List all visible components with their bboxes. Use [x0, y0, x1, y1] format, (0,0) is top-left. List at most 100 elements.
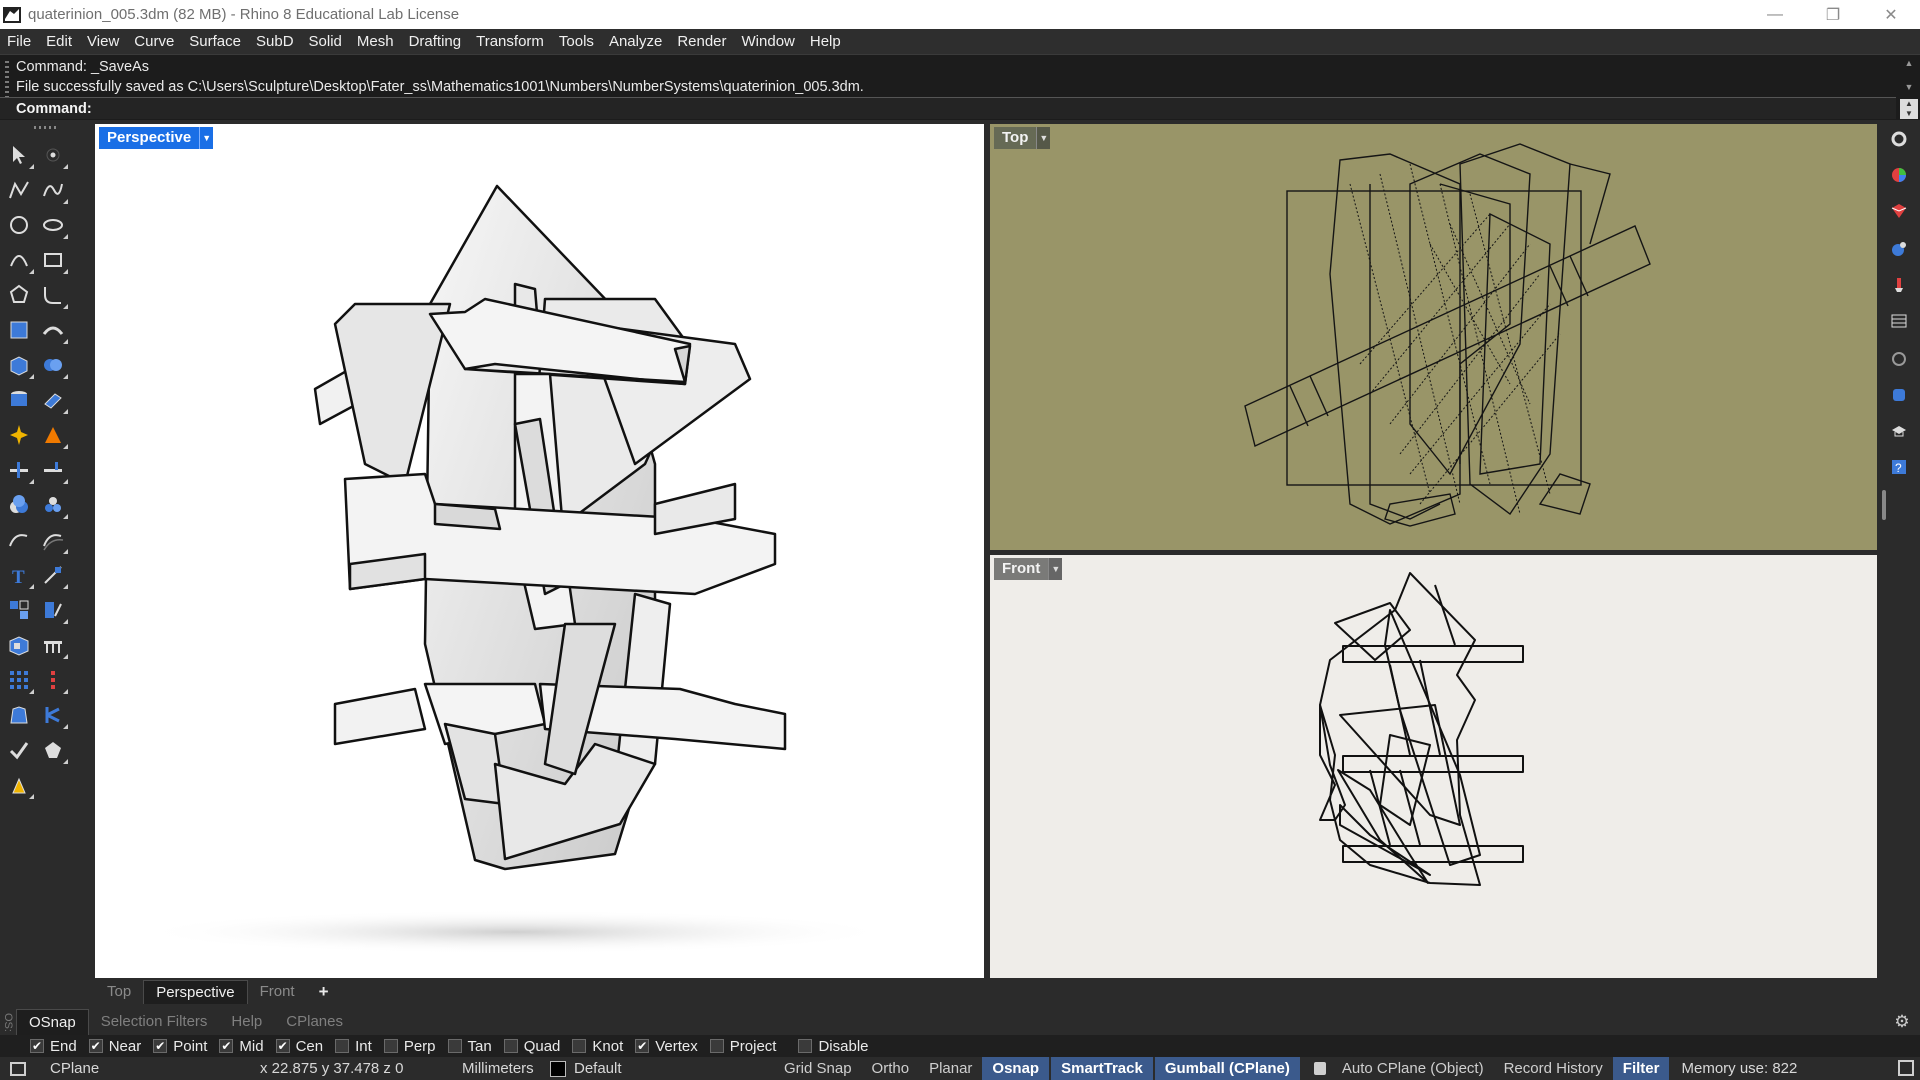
add-viewport-tab-icon[interactable]: +	[307, 982, 341, 1002]
osnap-project[interactable]: Project	[709, 1038, 776, 1055]
top-viewport-label[interactable]: Top	[994, 127, 1037, 149]
move-icon[interactable]	[38, 595, 68, 625]
panel-settings-gear-icon[interactable]: ⚙	[1892, 1012, 1912, 1032]
trim-icon[interactable]	[38, 420, 68, 450]
point-icon[interactable]	[38, 140, 68, 170]
menu-solid[interactable]: Solid	[302, 33, 350, 50]
tab-help[interactable]: Help	[219, 1009, 274, 1035]
box-icon[interactable]	[4, 350, 34, 380]
menu-render[interactable]: Render	[670, 33, 734, 50]
viewport-top[interactable]: Top ▼	[990, 124, 1877, 550]
viewport-menu-chevron-icon[interactable]: ▼	[1036, 127, 1051, 149]
curve-icon[interactable]	[38, 175, 68, 205]
support-icon[interactable]: ?	[1888, 456, 1910, 478]
display-icon[interactable]	[1888, 348, 1910, 370]
menu-mesh[interactable]: Mesh	[350, 33, 402, 50]
tab-front[interactable]: Front	[248, 980, 307, 1004]
layers-table-icon[interactable]	[1888, 310, 1910, 332]
panel-grip[interactable]: OS:	[0, 1009, 16, 1035]
osnap-checkbox[interactable]: ✔	[88, 1039, 103, 1053]
osnap-checkbox[interactable]: ✔	[153, 1039, 168, 1053]
status-toggle-ortho[interactable]: Ortho	[862, 1057, 920, 1080]
polygon-icon[interactable]	[4, 280, 34, 310]
menu-view[interactable]: View	[80, 33, 127, 50]
menu-drafting[interactable]: Drafting	[402, 33, 470, 50]
array-icon[interactable]	[38, 630, 68, 660]
status-toggle-smarttrack[interactable]: SmartTrack	[1051, 1057, 1153, 1080]
status-toggle-grid-snap[interactable]: Grid Snap	[774, 1057, 862, 1080]
menu-subd[interactable]: SubD	[249, 33, 302, 50]
osnap-disable[interactable]: Disable	[798, 1038, 869, 1055]
dimension-icon[interactable]	[38, 560, 68, 590]
menu-curve[interactable]: Curve	[127, 33, 182, 50]
osnap-cen[interactable]: ✔ Cen	[275, 1038, 323, 1055]
lock-icon[interactable]	[1313, 1062, 1326, 1075]
osnap-checkbox[interactable]	[503, 1039, 518, 1053]
menu-help[interactable]: Help	[803, 33, 849, 50]
tab-osnap[interactable]: OSnap	[16, 1009, 89, 1035]
layer-color-swatch[interactable]	[550, 1060, 566, 1077]
osnap-quad[interactable]: Quad	[503, 1038, 560, 1055]
right-panel-scrollbar[interactable]	[1882, 490, 1886, 520]
osnap-end[interactable]: ✔ End	[30, 1038, 77, 1055]
tab-cplanes[interactable]: CPlanes	[274, 1009, 355, 1035]
menu-tools[interactable]: Tools	[552, 33, 602, 50]
polyline-icon[interactable]	[4, 175, 34, 205]
menu-surface[interactable]: Surface	[182, 33, 249, 50]
grid-array-icon[interactable]	[4, 665, 34, 695]
settings-gear-icon[interactable]	[1888, 128, 1910, 150]
status-toggle-planar[interactable]: Planar	[919, 1057, 982, 1080]
environment-icon[interactable]	[1888, 238, 1910, 260]
extrude-icon[interactable]	[38, 385, 68, 415]
viewport-perspective[interactable]: Perspective ▼	[95, 124, 984, 978]
minimize-button[interactable]: —	[1746, 0, 1804, 29]
record-history-toggle[interactable]: Record History	[1494, 1057, 1613, 1080]
fillet-curve-icon[interactable]	[38, 280, 68, 310]
viewport-menu-chevron-icon[interactable]: ▼	[199, 127, 214, 149]
join-icon[interactable]	[38, 455, 68, 485]
auto-cplane-toggle[interactable]: Auto CPlane (Object)	[1332, 1057, 1494, 1080]
osnap-checkbox[interactable]	[447, 1039, 462, 1053]
viewport-menu-chevron-icon[interactable]: ▼	[1048, 558, 1063, 580]
learn-icon[interactable]	[1888, 420, 1910, 442]
menu-window[interactable]: Window	[735, 33, 803, 50]
status-units[interactable]: Millimeters	[440, 1060, 550, 1077]
render-brush-icon[interactable]	[1888, 274, 1910, 296]
viewport-front[interactable]: Front ▼	[990, 555, 1877, 978]
toolbar-grip[interactable]	[34, 126, 58, 129]
analyze-icon[interactable]	[38, 700, 68, 730]
status-layer[interactable]: Default	[574, 1060, 774, 1077]
material-icon[interactable]	[1888, 200, 1910, 222]
status-toggle-gumball-cplane[interactable]: Gumball (CPlane)	[1154, 1057, 1300, 1080]
tab-top[interactable]: Top	[95, 980, 143, 1004]
osnap-point[interactable]: ✔ Point	[153, 1038, 207, 1055]
osnap-checkbox[interactable]	[572, 1039, 587, 1053]
select-arrow-icon[interactable]	[4, 140, 34, 170]
perspective-viewport-label[interactable]: Perspective	[99, 127, 200, 149]
command-history-scrollbar[interactable]: ▲ ▼	[1900, 57, 1918, 97]
text-icon[interactable]: T	[4, 560, 34, 590]
group-icon[interactable]	[4, 595, 34, 625]
osnap-knot[interactable]: Knot	[572, 1038, 623, 1055]
properties-icon[interactable]	[4, 700, 34, 730]
tab-perspective[interactable]: Perspective	[143, 980, 248, 1004]
explode-icon[interactable]	[4, 420, 34, 450]
layout-panels-icon[interactable]	[10, 1061, 26, 1076]
osnap-checkbox[interactable]: ✔	[30, 1039, 44, 1053]
osnap-int[interactable]: Int	[335, 1038, 372, 1055]
status-toggle-osnap[interactable]: Osnap	[982, 1057, 1050, 1080]
command-spinner[interactable]: ▲ ▼	[1900, 99, 1918, 119]
osnap-checkbox[interactable]	[383, 1039, 398, 1053]
osnap-checkbox[interactable]	[709, 1039, 724, 1053]
menu-edit[interactable]: Edit	[39, 33, 80, 50]
paint-icon[interactable]	[4, 770, 34, 800]
osnap-perp[interactable]: Perp	[383, 1038, 436, 1055]
loft-icon[interactable]	[38, 315, 68, 345]
help-panel-icon[interactable]	[1888, 384, 1910, 406]
menu-analyze[interactable]: Analyze	[602, 33, 670, 50]
surface-icon[interactable]	[4, 315, 34, 345]
panel-toggle-icon[interactable]	[1898, 1060, 1914, 1076]
osnap-checkbox[interactable]: ✔	[275, 1039, 290, 1053]
control-points-icon[interactable]	[38, 665, 68, 695]
sphere-icon[interactable]	[38, 350, 68, 380]
